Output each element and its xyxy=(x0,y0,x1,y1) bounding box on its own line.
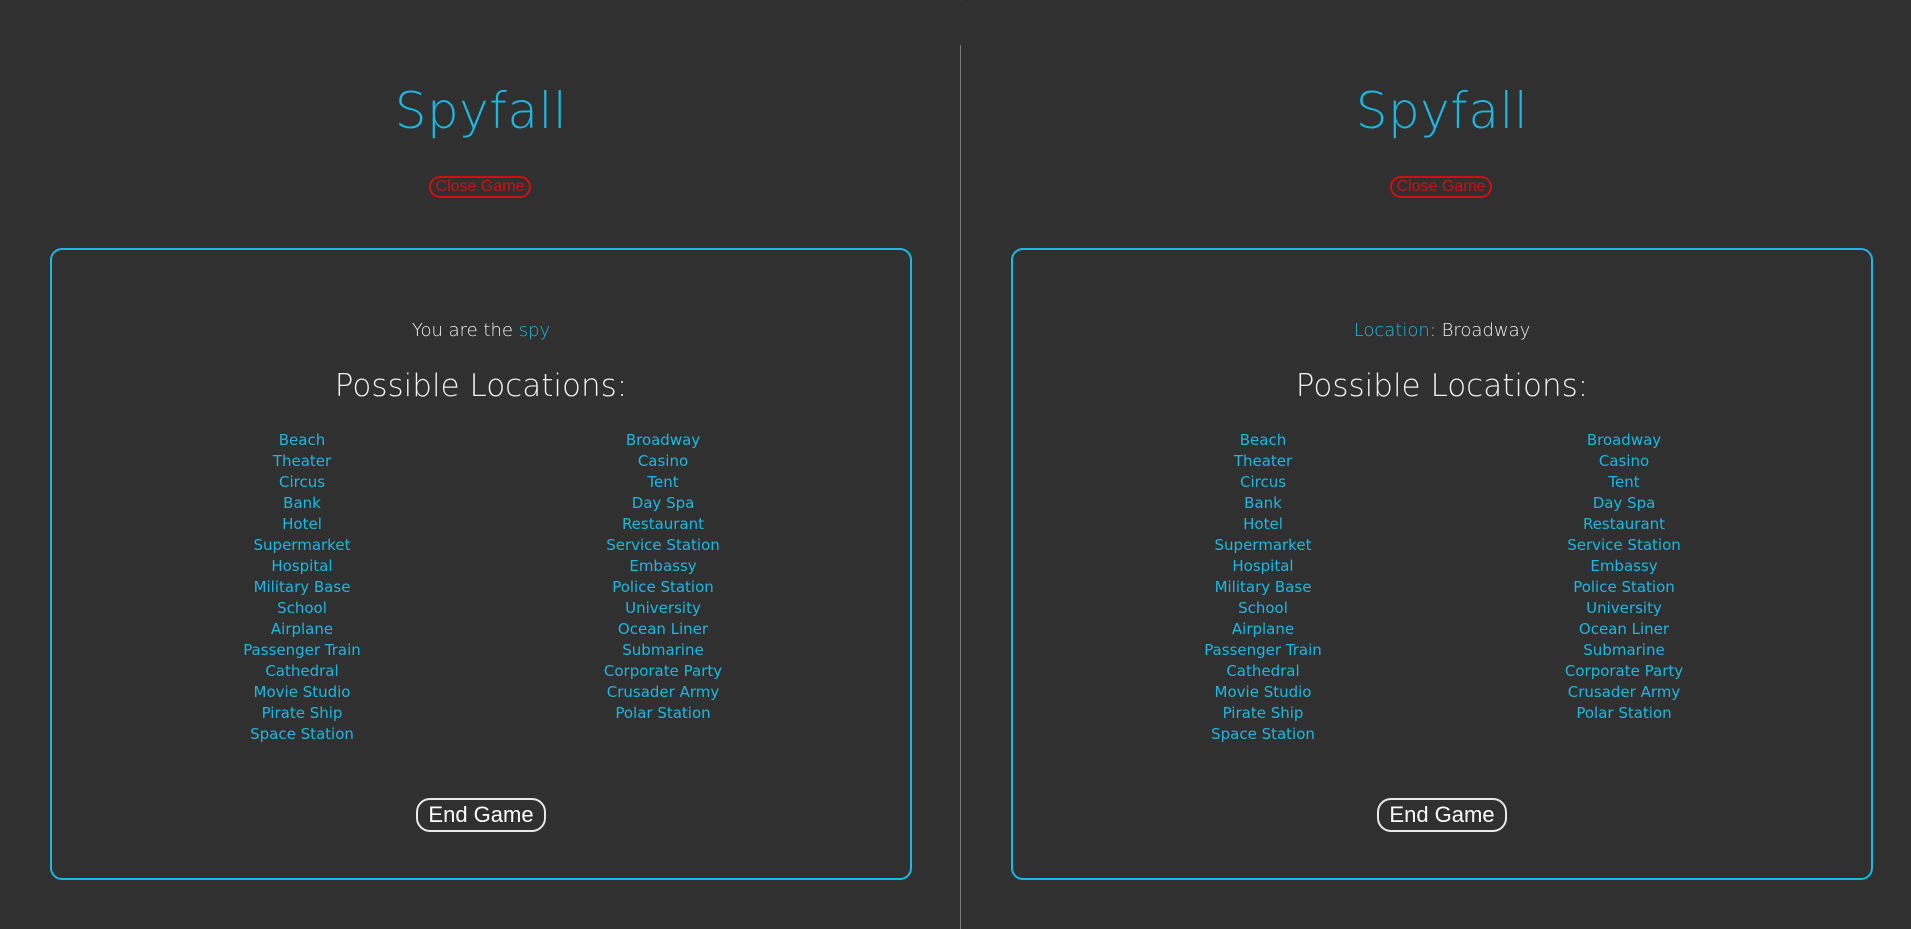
location-item[interactable]: Hotel xyxy=(1113,514,1413,535)
screen: Spyfall Close Game You are the spy Possi… xyxy=(0,0,1911,929)
locations-column-2: Broadway Casino Tent Day Spa Restaurant Servi… xyxy=(1474,430,1774,724)
location-item[interactable]: Passenger Train xyxy=(1113,640,1413,661)
location-item[interactable]: Embassy xyxy=(513,556,813,577)
location-item[interactable]: Hospital xyxy=(152,556,452,577)
game-card: You are the spy Possible Locations: Beac… xyxy=(50,248,912,880)
locations-column-1: Beach Theater Circus Bank Hotel Supermarket Ho… xyxy=(1113,430,1413,745)
location-item[interactable]: Embassy xyxy=(1474,556,1774,577)
location-item[interactable]: Circus xyxy=(152,472,452,493)
locations-heading: Possible Locations: xyxy=(1295,368,1589,404)
locations-column-2: Broadway Casino Tent Day Spa Restaurant Servi… xyxy=(513,430,813,724)
location-item[interactable]: Casino xyxy=(1474,451,1774,472)
location-item[interactable]: Airplane xyxy=(1113,619,1413,640)
close-game-button[interactable]: Close Game xyxy=(429,176,531,198)
location-item[interactable]: Day Spa xyxy=(513,493,813,514)
game-card: Location: Broadway Possible Locations: B… xyxy=(1011,248,1873,880)
location-item[interactable]: Movie Studio xyxy=(1113,682,1413,703)
location-item[interactable]: Service Station xyxy=(1474,535,1774,556)
location-separator: : xyxy=(1429,320,1442,341)
location-item[interactable]: Bank xyxy=(1113,493,1413,514)
location-item[interactable]: Ocean Liner xyxy=(1474,619,1774,640)
role-line: You are the spy xyxy=(52,320,910,341)
location-item[interactable]: Broadway xyxy=(513,430,813,451)
location-item[interactable]: Supermarket xyxy=(1113,535,1413,556)
location-item[interactable]: Police Station xyxy=(1474,577,1774,598)
location-item[interactable]: Space Station xyxy=(152,724,452,745)
locations-heading: Possible Locations: xyxy=(334,368,628,404)
end-game-button[interactable]: End Game xyxy=(1377,798,1507,832)
close-game-button[interactable]: Close Game xyxy=(1390,176,1492,198)
location-item[interactable]: Hospital xyxy=(1113,556,1413,577)
page-title: Spyfall xyxy=(1355,82,1529,140)
location-item[interactable]: Tent xyxy=(1474,472,1774,493)
location-item[interactable]: Tent xyxy=(513,472,813,493)
location-item[interactable]: Casino xyxy=(513,451,813,472)
location-item[interactable]: Airplane xyxy=(152,619,452,640)
locations-column-1: Beach Theater Circus Bank Hotel Supermarket Ho… xyxy=(152,430,452,745)
location-item[interactable]: Supermarket xyxy=(152,535,452,556)
location-item[interactable]: Polar Station xyxy=(513,703,813,724)
location-item[interactable]: Theater xyxy=(1113,451,1413,472)
location-item[interactable]: School xyxy=(1113,598,1413,619)
location-item[interactable]: Restaurant xyxy=(513,514,813,535)
location-label: Location xyxy=(1353,320,1430,341)
location-item[interactable]: Cathedral xyxy=(1113,661,1413,682)
location-item[interactable]: Space Station xyxy=(1113,724,1413,745)
location-item[interactable]: Passenger Train xyxy=(152,640,452,661)
location-item[interactable]: Circus xyxy=(1113,472,1413,493)
location-item[interactable]: University xyxy=(513,598,813,619)
location-item[interactable]: Bank xyxy=(152,493,452,514)
location-item[interactable]: Submarine xyxy=(513,640,813,661)
role-prefix: You are the xyxy=(411,320,519,341)
end-game-button[interactable]: End Game xyxy=(416,798,546,832)
left-pane: Spyfall Close Game You are the spy Possi… xyxy=(0,0,960,929)
location-item[interactable]: Crusader Army xyxy=(513,682,813,703)
location-item[interactable]: Movie Studio xyxy=(152,682,452,703)
location-item[interactable]: Crusader Army xyxy=(1474,682,1774,703)
page-title: Spyfall xyxy=(394,82,568,140)
location-item[interactable]: Hotel xyxy=(152,514,452,535)
location-item[interactable]: Police Station xyxy=(513,577,813,598)
location-item[interactable]: Service Station xyxy=(513,535,813,556)
location-item[interactable]: Day Spa xyxy=(1474,493,1774,514)
role-value: spy xyxy=(518,320,551,341)
location-item[interactable]: Pirate Ship xyxy=(152,703,452,724)
location-item[interactable]: Beach xyxy=(152,430,452,451)
location-item[interactable]: Corporate Party xyxy=(513,661,813,682)
location-item[interactable]: School xyxy=(152,598,452,619)
location-item[interactable]: Military Base xyxy=(152,577,452,598)
location-item[interactable]: Cathedral xyxy=(152,661,452,682)
location-value: Broadway xyxy=(1441,320,1531,341)
location-item[interactable]: Submarine xyxy=(1474,640,1774,661)
location-item[interactable]: Beach xyxy=(1113,430,1413,451)
location-item[interactable]: Ocean Liner xyxy=(513,619,813,640)
location-item[interactable]: Theater xyxy=(152,451,452,472)
location-item[interactable]: Pirate Ship xyxy=(1113,703,1413,724)
location-item[interactable]: Broadway xyxy=(1474,430,1774,451)
location-item[interactable]: Restaurant xyxy=(1474,514,1774,535)
location-item[interactable]: Polar Station xyxy=(1474,703,1774,724)
location-item[interactable]: Military Base xyxy=(1113,577,1413,598)
location-line: Location: Broadway xyxy=(1013,320,1871,341)
right-pane: Spyfall Close Game Location: Broadway Po… xyxy=(961,0,1911,929)
location-item[interactable]: University xyxy=(1474,598,1774,619)
location-item[interactable]: Corporate Party xyxy=(1474,661,1774,682)
